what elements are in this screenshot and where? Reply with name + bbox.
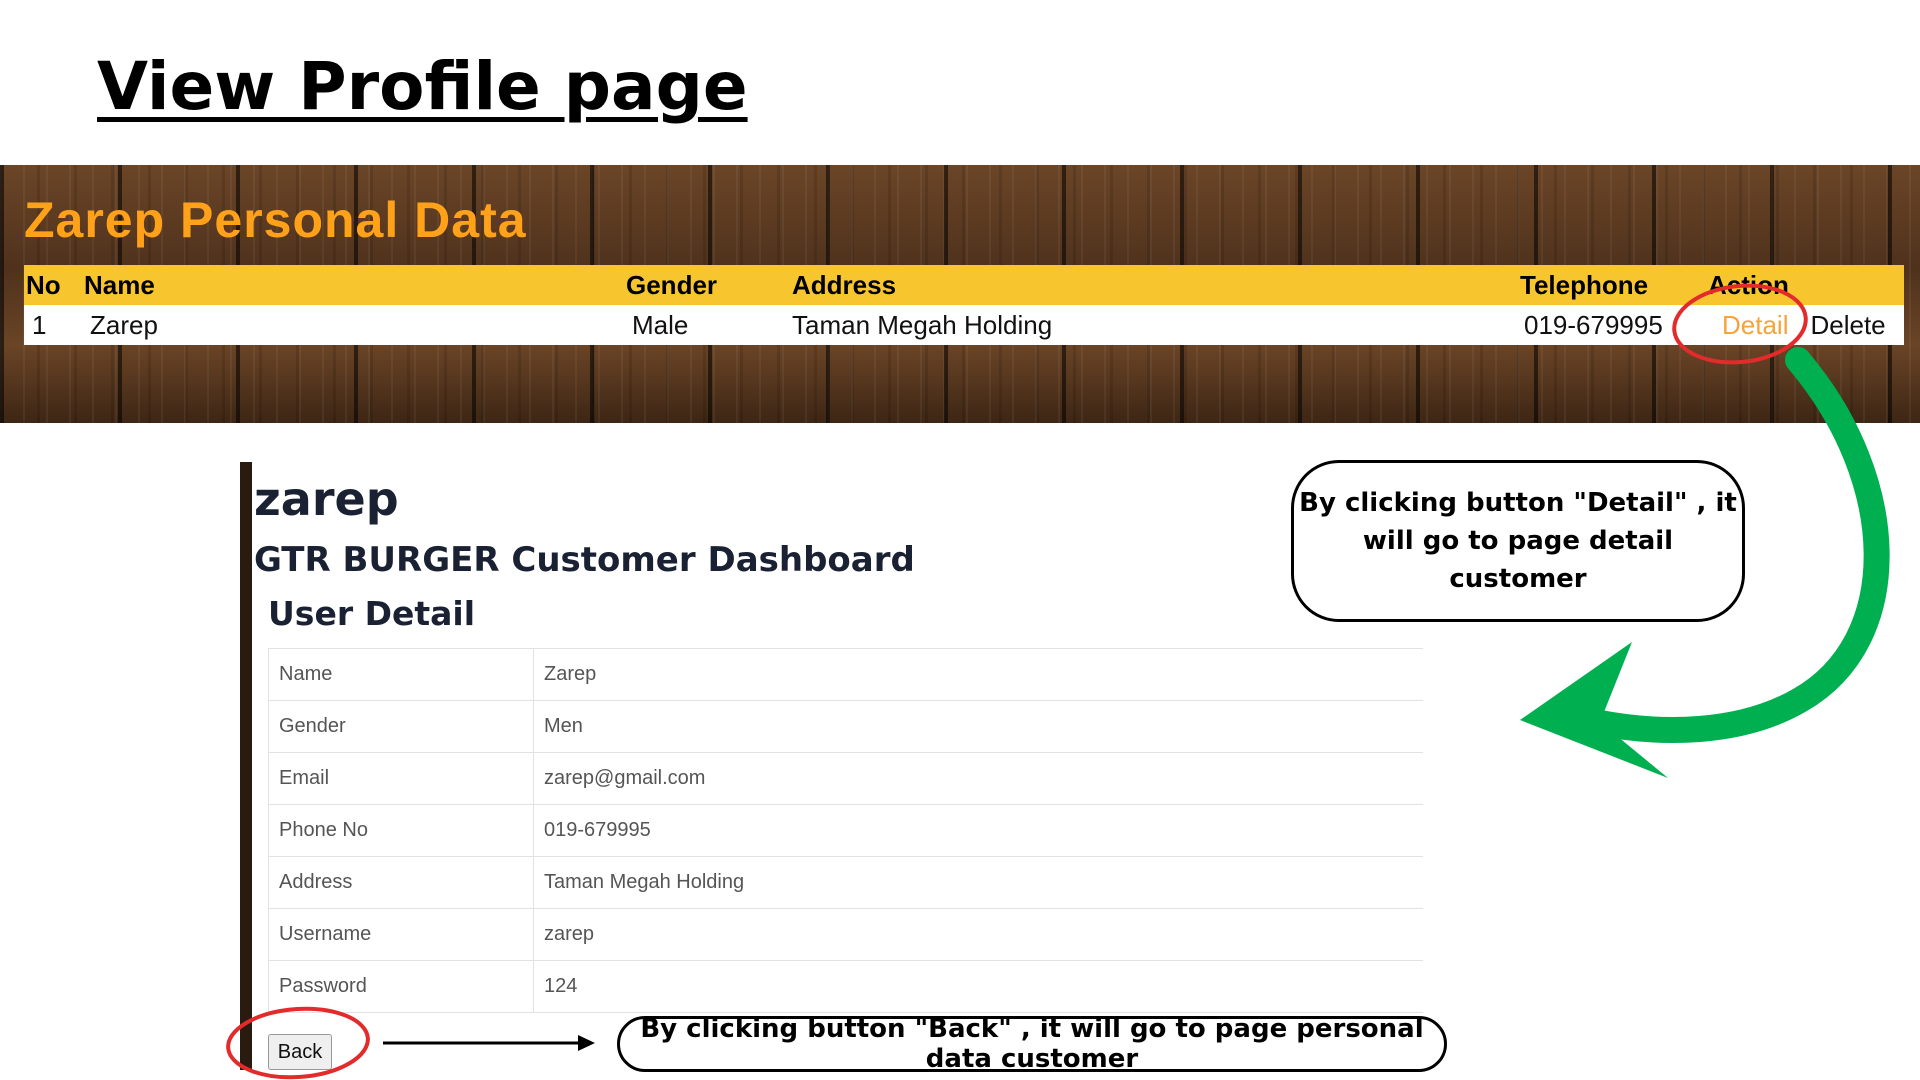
field-label: Gender bbox=[268, 700, 534, 753]
cell-action: Detail Delete bbox=[1706, 305, 1904, 345]
column-header-address: Address bbox=[790, 265, 1518, 305]
detail-link[interactable]: Detail bbox=[1722, 310, 1788, 340]
field-value: 124 bbox=[533, 960, 1423, 1013]
personal-data-title: Zarep Personal Data bbox=[24, 192, 527, 248]
panel-sidebar-bar bbox=[240, 462, 252, 1070]
back-arrow-head-icon bbox=[578, 1035, 595, 1051]
field-value: Taman Megah Holding bbox=[533, 856, 1423, 909]
table-row: 1 Zarep Male Taman Megah Holding 019-679… bbox=[24, 305, 1904, 345]
detail-callout-text: By clicking button "Detail" , it will go… bbox=[1299, 488, 1737, 594]
field-value: 019-679995 bbox=[533, 804, 1423, 857]
field-label: Name bbox=[268, 648, 534, 701]
cell-telephone: 019-679995 bbox=[1518, 305, 1706, 345]
column-header-telephone: Telephone bbox=[1518, 265, 1706, 305]
field-label: Email bbox=[268, 752, 534, 805]
detail-callout: By clicking button "Detail" , it will go… bbox=[1291, 460, 1745, 622]
field-label: Username bbox=[268, 908, 534, 961]
field-label: Password bbox=[268, 960, 534, 1013]
table-row: Gender Men bbox=[268, 700, 1423, 753]
table-header-row: No Name Gender Address Telephone Action bbox=[24, 265, 1904, 305]
cell-address: Taman Megah Holding bbox=[790, 305, 1518, 345]
personal-data-table: No Name Gender Address Telephone Action … bbox=[24, 265, 1904, 345]
user-detail-table: Name Zarep Gender Men Email zarep@gmail.… bbox=[268, 648, 1423, 1013]
table-row: Username zarep bbox=[268, 908, 1423, 961]
field-value: Men bbox=[533, 700, 1423, 753]
table-row: Name Zarep bbox=[268, 648, 1423, 701]
cell-no: 1 bbox=[24, 305, 82, 345]
column-header-name: Name bbox=[82, 265, 624, 305]
slide-title: View Profile page bbox=[97, 48, 748, 125]
personal-data-banner: Zarep Personal Data No Name Gender Addre… bbox=[0, 165, 1920, 423]
table-row: Password 124 bbox=[268, 960, 1423, 1013]
dashboard-title: GTR BURGER Customer Dashboard bbox=[254, 540, 915, 580]
field-label: Address bbox=[268, 856, 534, 909]
column-header-action: Action bbox=[1706, 265, 1904, 305]
cell-name: Zarep bbox=[82, 305, 624, 345]
field-label: Phone No bbox=[268, 804, 534, 857]
field-value: zarep@gmail.com bbox=[533, 752, 1423, 805]
delete-link[interactable]: Delete bbox=[1810, 310, 1885, 340]
cell-gender: Male bbox=[624, 305, 790, 345]
back-callout-text: By clicking button "Back" , it will go t… bbox=[640, 1014, 1424, 1074]
arrow-head-icon bbox=[1520, 642, 1668, 778]
table-row: Address Taman Megah Holding bbox=[268, 856, 1423, 909]
back-callout: By clicking button "Back" , it will go t… bbox=[617, 1014, 1447, 1074]
table-row: Phone No 019-679995 bbox=[268, 804, 1423, 857]
column-header-gender: Gender bbox=[624, 265, 790, 305]
column-header-no: No bbox=[24, 265, 82, 305]
field-value: zarep bbox=[533, 908, 1423, 961]
field-value: Zarep bbox=[533, 648, 1423, 701]
user-detail-heading: User Detail bbox=[268, 594, 476, 633]
table-row: Email zarep@gmail.com bbox=[268, 752, 1423, 805]
back-button[interactable]: Back bbox=[268, 1034, 332, 1070]
customer-name: zarep bbox=[254, 472, 399, 526]
